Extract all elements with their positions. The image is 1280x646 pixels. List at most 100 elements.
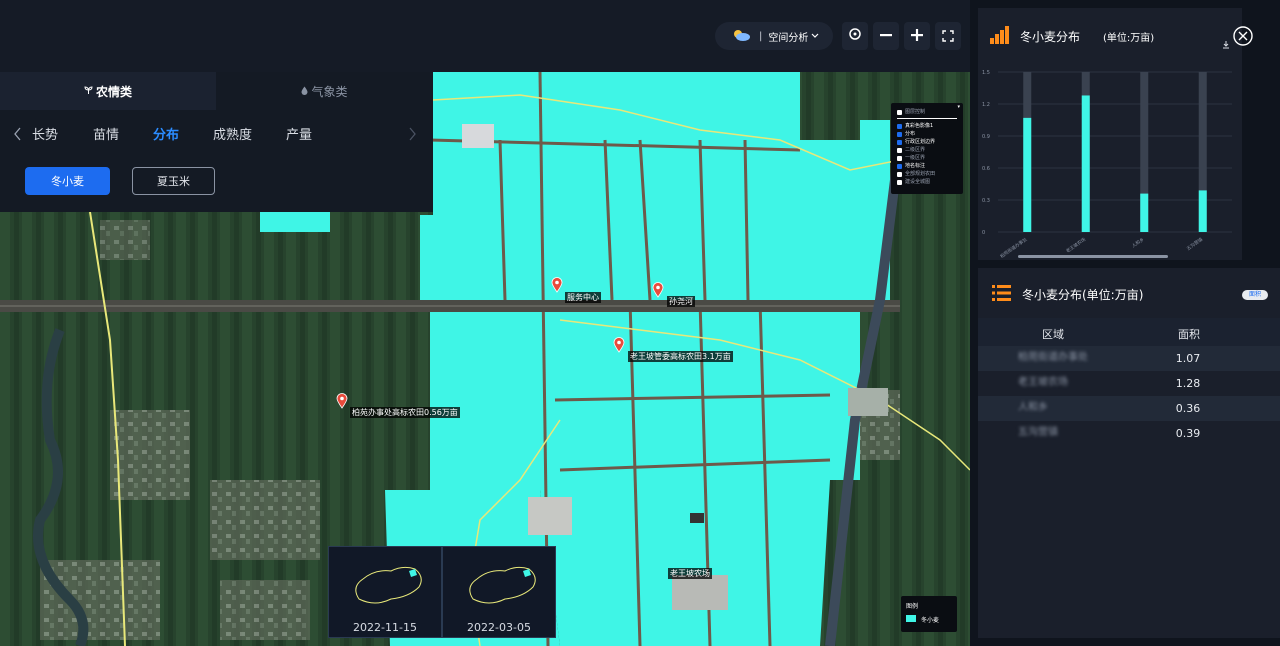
table-row[interactable]: 老王坡农场 1.28 xyxy=(978,371,1280,396)
column-header-area: 面积 xyxy=(1178,328,1200,341)
layer-row[interactable]: 一级区界 xyxy=(897,155,925,162)
table-header: 区域 面积 xyxy=(978,318,1280,346)
fullscreen-button[interactable] xyxy=(935,22,961,50)
bar-chart: 00.30.60.91.21.5柏苑街道办事处 老王坡农场 人和乡 五沟营镇 xyxy=(982,70,1232,260)
area-value: 0.36 xyxy=(1175,402,1201,415)
zoom-out-button[interactable] xyxy=(873,22,899,50)
layer-row[interactable]: 分布 xyxy=(897,131,915,138)
area-value: 0.39 xyxy=(1175,427,1201,440)
tab-agriculture[interactable]: 农情类 xyxy=(0,72,216,110)
region-name-blurred: 柏苑街道办事处 xyxy=(1018,352,1088,363)
checkbox-checked[interactable] xyxy=(897,124,902,129)
map-pin-icon[interactable] xyxy=(336,393,348,409)
plus-icon xyxy=(910,27,924,46)
subnav-distribution[interactable]: 分布 xyxy=(153,124,179,143)
layer-row[interactable]: 全部规划农田 xyxy=(897,171,935,178)
x-tick-label: 老王坡农场 xyxy=(1064,236,1087,255)
map-label-laowangpo-farmland: 老王坡管委高标农田3.1万亩 xyxy=(628,351,733,362)
thumbnail-boundary-map xyxy=(355,566,422,604)
checkbox[interactable] xyxy=(897,148,902,153)
layer-row[interactable]: 二级区界 xyxy=(897,147,925,154)
subnav-growth[interactable]: 长势 xyxy=(32,124,58,143)
chevron-right-icon[interactable] xyxy=(408,126,416,145)
map-label-river: 孙尧河 xyxy=(667,296,695,307)
layer-label: 分布 xyxy=(905,131,916,137)
chevron-left-icon[interactable] xyxy=(14,126,22,145)
checkbox[interactable] xyxy=(897,156,902,161)
subnav-yield[interactable]: 产量 xyxy=(286,124,312,143)
layer-label: 图层控制 xyxy=(905,109,926,115)
chart-title: 冬小麦分布 xyxy=(1020,30,1081,44)
tab-weather-label: 气象类 xyxy=(311,84,348,99)
layer-label: 全部规划农田 xyxy=(905,171,936,177)
layer-row[interactable]: 图层控制 xyxy=(897,109,925,116)
timeline-thumbnail[interactable]: 2022-03-05 xyxy=(442,546,556,638)
chart-panel: 冬小麦分布 (单位:万亩) 0 0.3 0.6 0.9 1.2 1.5 柏苑街道办事处 老王坡… xyxy=(978,8,1253,260)
checkbox-checked[interactable] xyxy=(897,132,902,137)
x-tick-label: 五沟营镇 xyxy=(1185,236,1204,252)
map-label-baiyuan-farmland: 柏苑办事处高标农田0.56万亩 xyxy=(350,407,460,418)
thumbnail-date: 2022-03-05 xyxy=(467,621,531,634)
zoom-in-button[interactable] xyxy=(904,22,930,50)
crop-summer-corn-button[interactable]: 夏玉米 xyxy=(132,167,215,195)
spatial-analysis-dropdown[interactable]: | 空间分析 xyxy=(715,22,833,50)
map-label-laowangpo-farm: 老王坡农场 xyxy=(668,568,712,579)
map-pin-icon[interactable] xyxy=(613,337,625,353)
checkbox-checked[interactable] xyxy=(897,140,902,145)
left-control-panel: 农情类 气象类 长势 苗情 分布 成熟度 产量 冬小麦 夏玉米 xyxy=(0,72,433,212)
subnav-maturity[interactable]: 成熟度 xyxy=(213,124,252,143)
region-name-blurred: 人和乡 xyxy=(1018,402,1048,413)
cloud-sun-icon xyxy=(731,28,751,45)
tab-agriculture-label: 农情类 xyxy=(95,84,132,99)
area-value: 1.07 xyxy=(1175,352,1201,365)
checkbox[interactable] xyxy=(897,180,902,185)
checkbox[interactable] xyxy=(897,110,902,115)
layer-row[interactable]: 地名标注 xyxy=(897,163,925,170)
y-tick-label: 0.3 xyxy=(982,198,990,204)
layer-label: 地名标注 xyxy=(905,163,926,169)
tab-weather[interactable]: 气象类 xyxy=(216,72,433,110)
y-tick-label: 0.9 xyxy=(982,134,990,140)
chevron-down-icon[interactable]: ▾ xyxy=(957,104,960,110)
y-tick-label: 1.5 xyxy=(982,70,990,76)
layer-row[interactable]: 真彩色影像1 xyxy=(897,123,933,130)
area-toggle-badge[interactable]: 面积 xyxy=(1242,290,1268,300)
chevron-down-icon xyxy=(811,31,819,42)
bar[interactable] xyxy=(1198,190,1207,232)
map-pin-icon[interactable] xyxy=(551,277,563,293)
chart-scrollbar[interactable] xyxy=(1018,255,1168,258)
map-view[interactable]: | 空间分析 农情类 气象类 长势 苗情 分布 成熟度 产量 冬小麦 夏玉米 服… xyxy=(0,0,970,646)
table-row[interactable]: 五沟营镇 0.39 xyxy=(978,421,1280,446)
table-row[interactable]: 柏苑街道办事处 1.07 xyxy=(978,346,1280,371)
layer-row[interactable]: 行政区划边界 xyxy=(897,139,935,146)
legend-swatch xyxy=(906,615,916,622)
table-panel: 冬小麦分布(单位:万亩) 面积 区域 面积 柏苑街道办事处 1.07 老王坡农场… xyxy=(978,268,1280,638)
layer-row[interactable]: 建设全城图 xyxy=(897,179,930,186)
area-value: 1.28 xyxy=(1175,377,1201,390)
locate-button[interactable] xyxy=(842,22,868,50)
checkbox[interactable] xyxy=(897,172,902,177)
sprout-icon xyxy=(84,84,93,98)
layer-label: 行政区划边界 xyxy=(905,139,936,145)
table-row[interactable]: 人和乡 0.36 xyxy=(978,396,1280,421)
thumbnail-date: 2022-11-15 xyxy=(353,621,417,634)
map-legend: 图例 冬小麦 xyxy=(901,596,957,632)
checkbox-checked[interactable] xyxy=(897,164,902,169)
map-pin-icon[interactable] xyxy=(652,282,664,298)
layer-label: 二级区界 xyxy=(905,147,926,153)
timeline-thumbnail[interactable]: 2022-11-15 xyxy=(328,546,442,638)
download-icon[interactable] xyxy=(1222,34,1230,53)
bar[interactable] xyxy=(1023,117,1032,232)
thumbnail-boundary-map xyxy=(469,566,536,604)
layer-control-panel: ▾ 图层控制 真彩色影像1 分布 行政区划边界 二级区界 一级区界 地名标注 全… xyxy=(891,103,963,194)
subnav-seedling[interactable]: 苗情 xyxy=(93,124,119,143)
crop-winter-wheat-button[interactable]: 冬小麦 xyxy=(25,167,110,195)
right-sidebar: 冬小麦分布 (单位:万亩) 0 0.3 0.6 0.9 1.2 1.5 柏苑街道办事处 老王坡… xyxy=(970,0,1280,646)
layer-label: 真彩色影像1 xyxy=(905,123,934,129)
bar-chart-icon xyxy=(990,26,1010,48)
close-circle-icon[interactable] xyxy=(1233,26,1253,50)
minus-icon xyxy=(879,27,893,46)
bar[interactable] xyxy=(1140,193,1149,232)
bar[interactable] xyxy=(1081,95,1090,232)
y-tick-label: 0 xyxy=(982,230,985,236)
